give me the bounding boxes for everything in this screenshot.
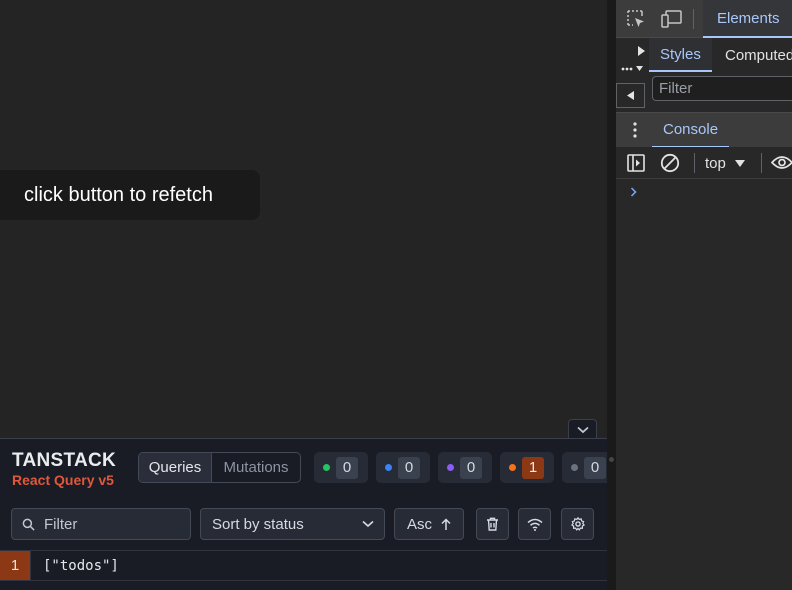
inactive-count-badge[interactable]: 0	[562, 452, 607, 483]
styles-filter-row: Filter	[616, 72, 792, 110]
device-toolbar-icon	[660, 10, 682, 28]
sort-select-value: Sort by status	[212, 515, 304, 533]
query-row[interactable]: 1 ["todos"]	[0, 551, 607, 581]
inspect-element-icon[interactable]	[626, 9, 646, 29]
sidebar-toggle-icon	[627, 154, 645, 172]
clear-console-icon	[660, 153, 680, 173]
fresh-count: 0	[336, 456, 358, 479]
app-viewport: click button to refetch TANSTACK React Q…	[0, 0, 607, 590]
gear-icon	[570, 517, 585, 531]
brand-product: React Query v5	[12, 472, 114, 488]
panel-splitter[interactable]	[607, 0, 616, 590]
fresh-count-badge[interactable]: 0	[314, 452, 368, 483]
fetching-count: 0	[398, 456, 420, 479]
tab-styles[interactable]: Styles	[649, 38, 712, 72]
refetch-button[interactable]: click button to refetch	[0, 170, 260, 220]
fresh-status-dot	[323, 464, 330, 471]
stale-status-dot	[509, 464, 516, 471]
splitter-handle[interactable]	[609, 457, 614, 462]
console-prompt[interactable]	[630, 184, 637, 202]
brand-name: TANSTACK	[12, 450, 117, 471]
live-expression-button[interactable]	[771, 155, 792, 170]
tab-mutations[interactable]: Mutations	[212, 453, 300, 482]
toolbar-separator	[694, 153, 695, 173]
device-toolbar-icon[interactable]	[660, 9, 682, 29]
expand-arrow-icon[interactable]	[638, 46, 645, 56]
fetching-count-badge[interactable]: 0	[376, 452, 430, 483]
paused-count-badge[interactable]: 0	[438, 452, 492, 483]
react-query-devtools-panel: TANSTACK React Query v5 Queries Mutation…	[0, 438, 607, 590]
drawer-menu-icon[interactable]	[633, 122, 637, 138]
chevron-down-icon	[362, 520, 374, 528]
triangle-right-icon	[638, 46, 645, 56]
console-toolbar: top	[616, 147, 792, 179]
observer-count: 1	[0, 551, 31, 580]
clear-cache-button[interactable]	[476, 508, 509, 540]
stale-count-badge[interactable]: 1	[500, 452, 554, 483]
styles-filter-input[interactable]: Filter	[652, 76, 792, 101]
trash-icon	[487, 517, 498, 531]
wifi-icon	[527, 518, 542, 531]
kebab-menu-icon	[633, 122, 637, 138]
toolbar-separator	[761, 153, 762, 173]
search-icon	[22, 518, 35, 531]
query-key: ["todos"]	[43, 557, 119, 574]
chevron-down-icon	[576, 426, 589, 433]
context-selector-value: top	[705, 154, 726, 172]
console-sidebar-button[interactable]	[627, 154, 645, 172]
clear-console-button[interactable]	[660, 153, 680, 173]
inactive-count: 0	[584, 456, 606, 479]
devtools-main-toolbar: Elements	[616, 0, 792, 38]
inactive-status-dot	[571, 464, 578, 471]
stale-count: 1	[522, 456, 544, 479]
mock-offline-button[interactable]	[518, 508, 551, 540]
chevron-right-icon	[630, 187, 637, 197]
sort-order-label: Asc	[406, 515, 432, 533]
toolbar-separator	[693, 9, 694, 29]
triangle-left-icon	[627, 91, 634, 100]
devtools-collapse-toggle[interactable]	[568, 419, 597, 439]
query-filter-field[interactable]	[11, 508, 191, 540]
drawer-tabbar: Console	[616, 112, 792, 148]
arrow-up-icon	[441, 517, 451, 530]
settings-button[interactable]	[561, 508, 594, 540]
elements-subtabs: Styles Computed	[616, 38, 792, 72]
query-filter-input[interactable]	[42, 514, 176, 534]
paused-status-dot	[447, 464, 454, 471]
tab-console[interactable]: Console	[652, 113, 730, 148]
context-selector[interactable]: top	[705, 147, 745, 179]
tab-queries[interactable]: Queries	[139, 453, 212, 482]
eye-icon	[771, 156, 792, 169]
caret-down-icon	[734, 159, 745, 167]
view-tabs: Queries Mutations	[138, 452, 301, 483]
tanstack-logo: TANSTACK React Query v5	[12, 450, 116, 488]
paused-count: 0	[460, 456, 482, 479]
fetching-status-dot	[385, 464, 392, 471]
toggle-sidebar-button[interactable]	[616, 83, 645, 108]
chrome-devtools: Elements Styles Computed Filter Console	[616, 0, 792, 590]
inspect-element-icon	[626, 9, 644, 27]
sort-order-button[interactable]: Asc	[394, 508, 464, 540]
tab-computed[interactable]: Computed	[725, 38, 792, 72]
sort-select[interactable]: Sort by status	[200, 508, 385, 540]
tab-elements[interactable]: Elements	[703, 0, 792, 38]
